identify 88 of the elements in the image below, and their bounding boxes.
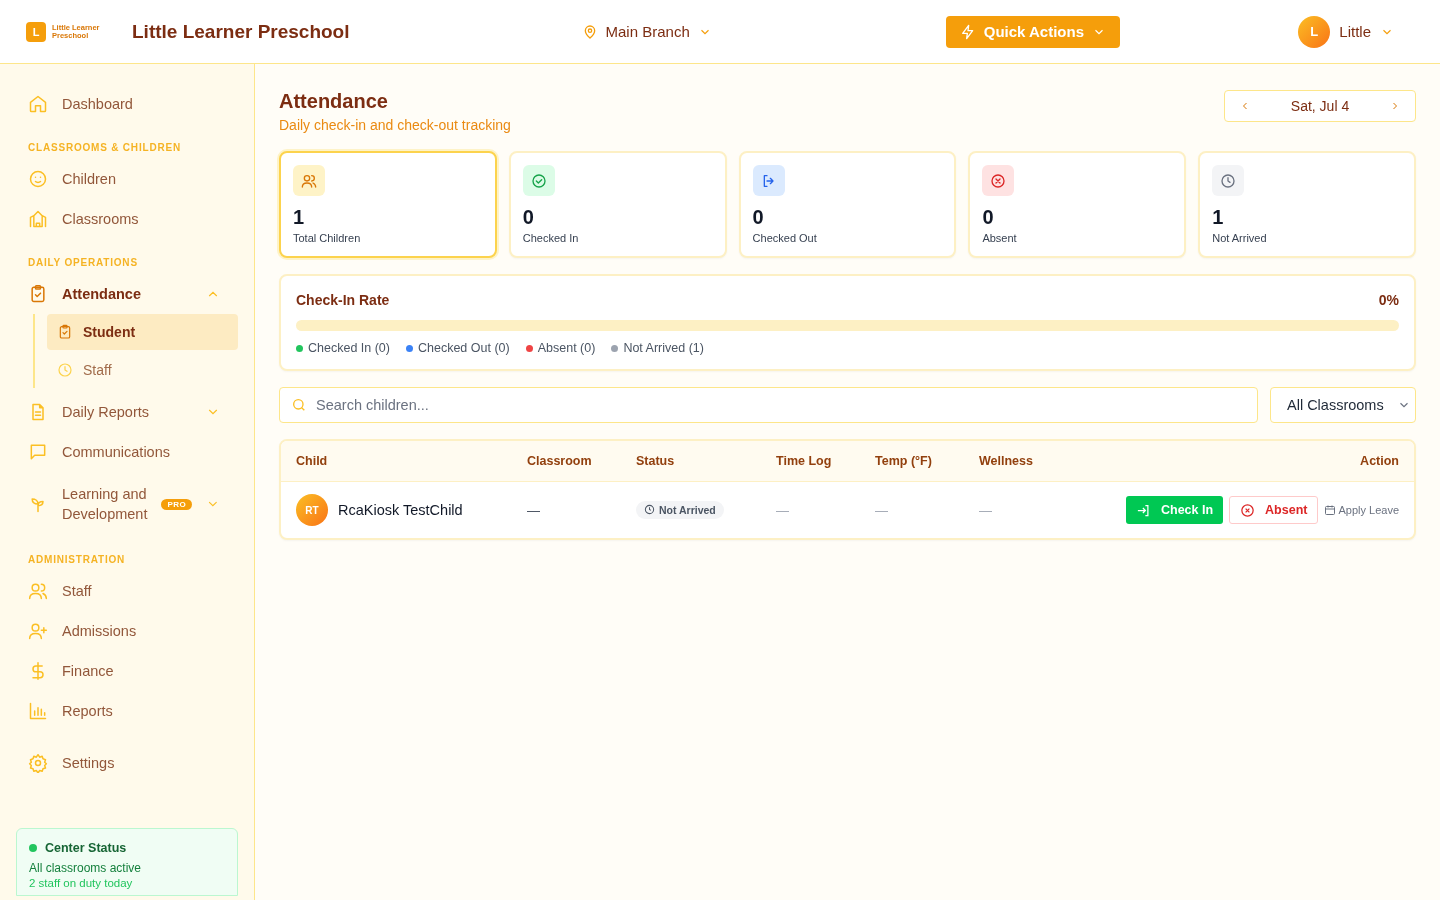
clock-icon <box>1212 165 1245 196</box>
legend-label: Not Arrived (1) <box>623 341 704 355</box>
exit-icon <box>752 165 785 196</box>
classroom-dropdown[interactable]: All Classrooms <box>1270 387 1416 423</box>
stat-card[interactable]: 0 Absent <box>968 151 1187 258</box>
status-text: All classrooms active <box>29 861 143 875</box>
nav-item[interactable]: Reports <box>16 691 238 731</box>
column-header: Wellness <box>979 454 1034 468</box>
stat-value: 1 <box>293 206 306 229</box>
pro-badge: PRO <box>161 498 193 510</box>
column-header: Action <box>1359 454 1399 468</box>
users-icon <box>28 581 48 601</box>
child-avatar: RT <box>296 494 328 526</box>
building-icon <box>28 209 48 229</box>
stat-value: 1 <box>1212 206 1225 229</box>
lightning-icon <box>959 23 976 40</box>
stat-value: 0 <box>752 206 765 229</box>
column-header: Temp (°F) <box>875 454 933 468</box>
settings-icon <box>28 753 48 773</box>
nav-item[interactable]: Admissions <box>16 611 238 651</box>
page-subtitle: Daily check-in and check-out tracking <box>279 117 511 133</box>
nav-item[interactable]: Dashboard <box>16 84 238 124</box>
child-name: RcaKiosk TestChild <box>338 502 463 518</box>
nav-item[interactable]: Attendance <box>16 274 238 314</box>
stat-label: Total Children <box>293 232 362 244</box>
stat-label: Not Arrived <box>1212 232 1268 244</box>
users-icon <box>293 165 325 196</box>
table-cell-text: — <box>776 502 790 518</box>
page-title: Attendance <box>279 90 389 113</box>
nav-subitem[interactable]: Staff <box>47 352 238 388</box>
section-heading: ADMINISTRATION <box>27 553 127 567</box>
x-circle-icon <box>1240 502 1256 518</box>
stat-label: Absent <box>982 232 1018 244</box>
legend-label: Checked Out (0) <box>418 341 510 355</box>
user-menu[interactable]: L Little <box>1292 14 1400 49</box>
school-name: Little Learner Preschool <box>132 20 350 43</box>
apply-leave-button[interactable]: Apply Leave <box>1324 504 1399 516</box>
search-field[interactable]: Search children... <box>279 387 1258 423</box>
stat-value: 0 <box>982 206 995 229</box>
status-badge: Not Arrived <box>636 500 724 519</box>
user-plus-icon <box>28 621 48 641</box>
legend-label: Checked In (0) <box>308 341 390 355</box>
absent-button[interactable]: Absent <box>1229 496 1319 524</box>
stat-value: 0 <box>522 206 535 229</box>
nav-item[interactable]: Finance <box>16 651 238 691</box>
stat-label: Checked Out <box>752 232 818 244</box>
status-title: Center Status <box>45 841 127 855</box>
table-cell-text: — <box>527 502 541 518</box>
nav-item[interactable]: Settings <box>16 743 238 783</box>
logo-mark: L <box>26 21 46 42</box>
table-cell-text: — <box>979 502 993 518</box>
nav-item[interactable]: Communications <box>16 432 238 472</box>
branch-selector[interactable]: Main Branch <box>575 22 718 41</box>
nav-item[interactable]: Staff <box>16 571 238 611</box>
nav-item[interactable]: Classrooms <box>16 199 238 239</box>
column-header: Time Log <box>776 454 833 468</box>
user-avatar: L <box>1298 15 1331 48</box>
stat-card[interactable]: 0 Checked Out <box>738 151 957 258</box>
column-header: Status <box>636 454 676 468</box>
nav-item[interactable]: Daily Reports <box>16 392 238 432</box>
search-icon <box>291 397 307 413</box>
rate-value: 0% <box>1378 292 1399 308</box>
stat-card[interactable]: 1 Total Children <box>279 151 497 258</box>
nav-subitem[interactable]: Student <box>47 314 238 350</box>
table-cell-text: — <box>875 502 889 518</box>
face-icon <box>28 169 48 189</box>
date-label: Sat, Jul 4 <box>1290 98 1350 114</box>
status-dot <box>29 844 37 852</box>
column-header: Child <box>296 454 329 468</box>
legend-label: Absent (0) <box>537 341 596 355</box>
stat-label: Checked In <box>522 232 580 244</box>
status-text: 2 staff on duty today <box>29 877 134 889</box>
nav-item[interactable]: Learning and Development PRO <box>16 472 238 536</box>
enter-icon <box>1135 502 1151 518</box>
clipboard-icon <box>57 324 73 340</box>
clipboard-icon <box>28 284 48 304</box>
column-header: Classroom <box>527 454 593 468</box>
stat-card[interactable]: 0 Checked In <box>508 151 727 258</box>
section-heading: CLASSROOMS & CHILDREN <box>27 141 182 155</box>
chat-icon <box>28 442 48 462</box>
calendar-icon <box>1324 504 1337 516</box>
card-title: Check-In Rate <box>296 292 390 308</box>
clock-icon <box>57 362 73 378</box>
nav-item[interactable]: Children <box>16 159 238 199</box>
bar-chart-icon <box>28 701 48 721</box>
stat-card[interactable]: 1 Not Arrived <box>1198 151 1416 258</box>
home-icon <box>28 94 48 114</box>
section-heading: DAILY OPERATIONS <box>27 256 139 270</box>
